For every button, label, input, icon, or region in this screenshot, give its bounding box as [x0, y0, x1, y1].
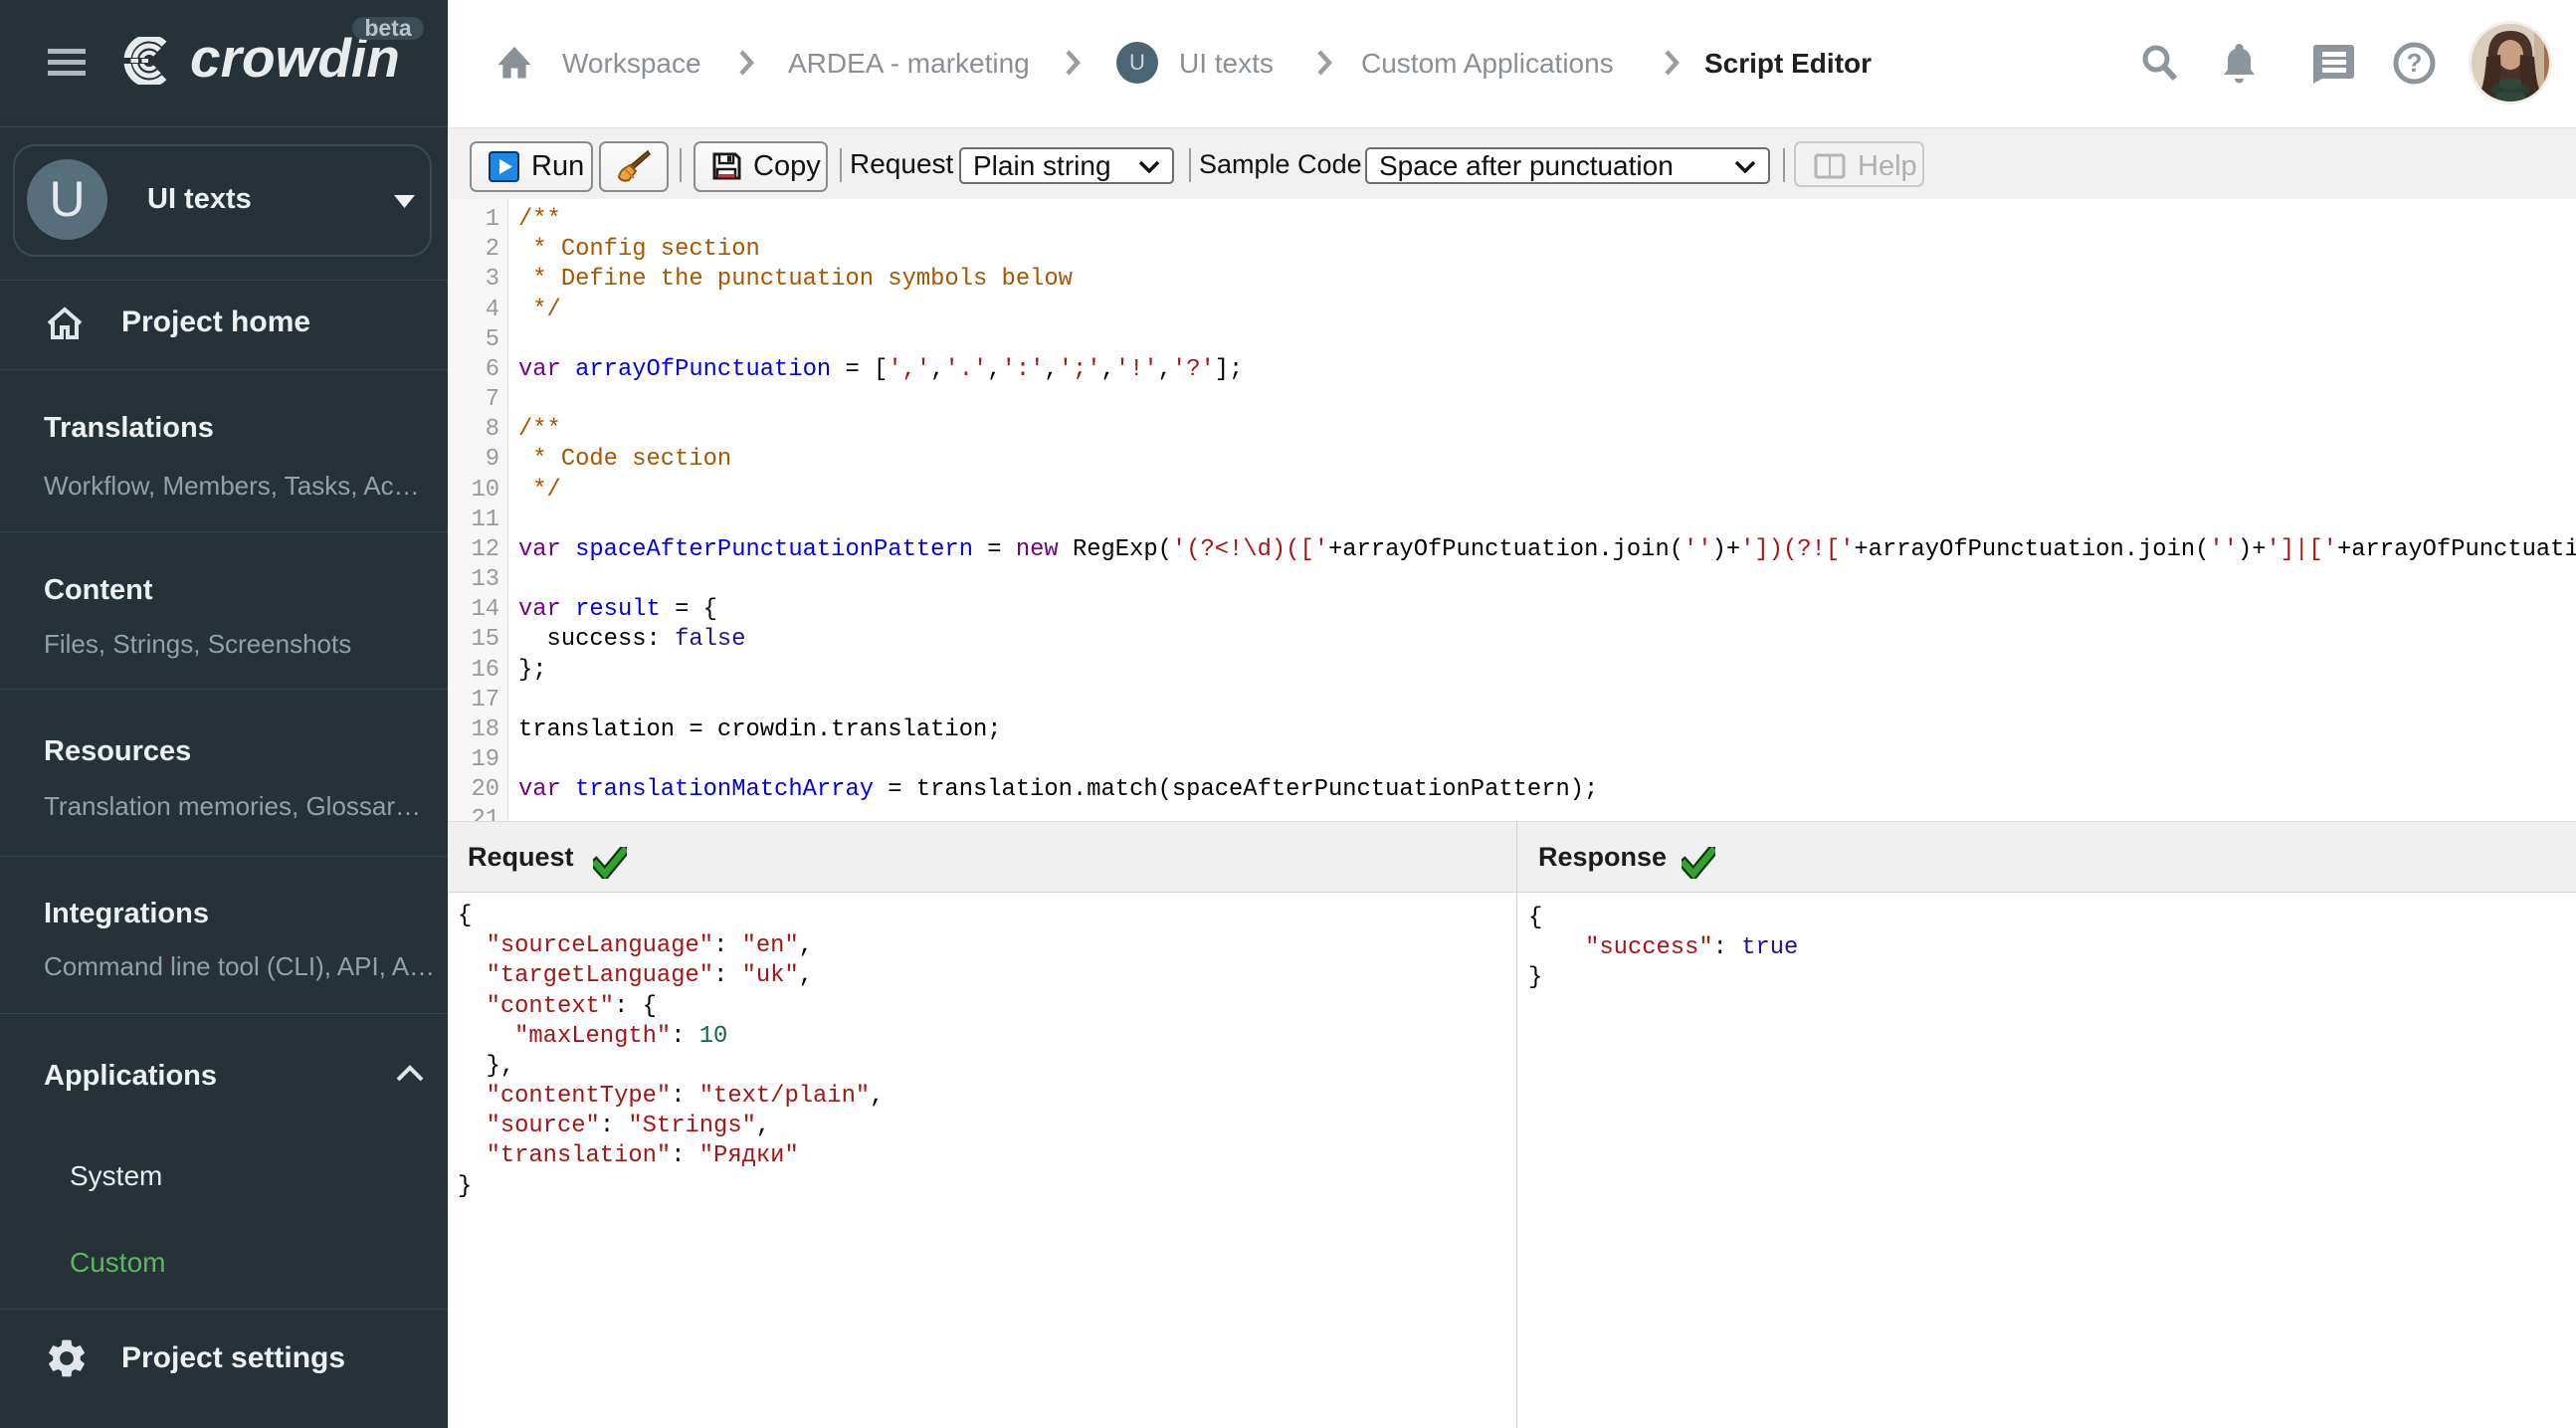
svg-text:?: ?	[2407, 48, 2423, 78]
